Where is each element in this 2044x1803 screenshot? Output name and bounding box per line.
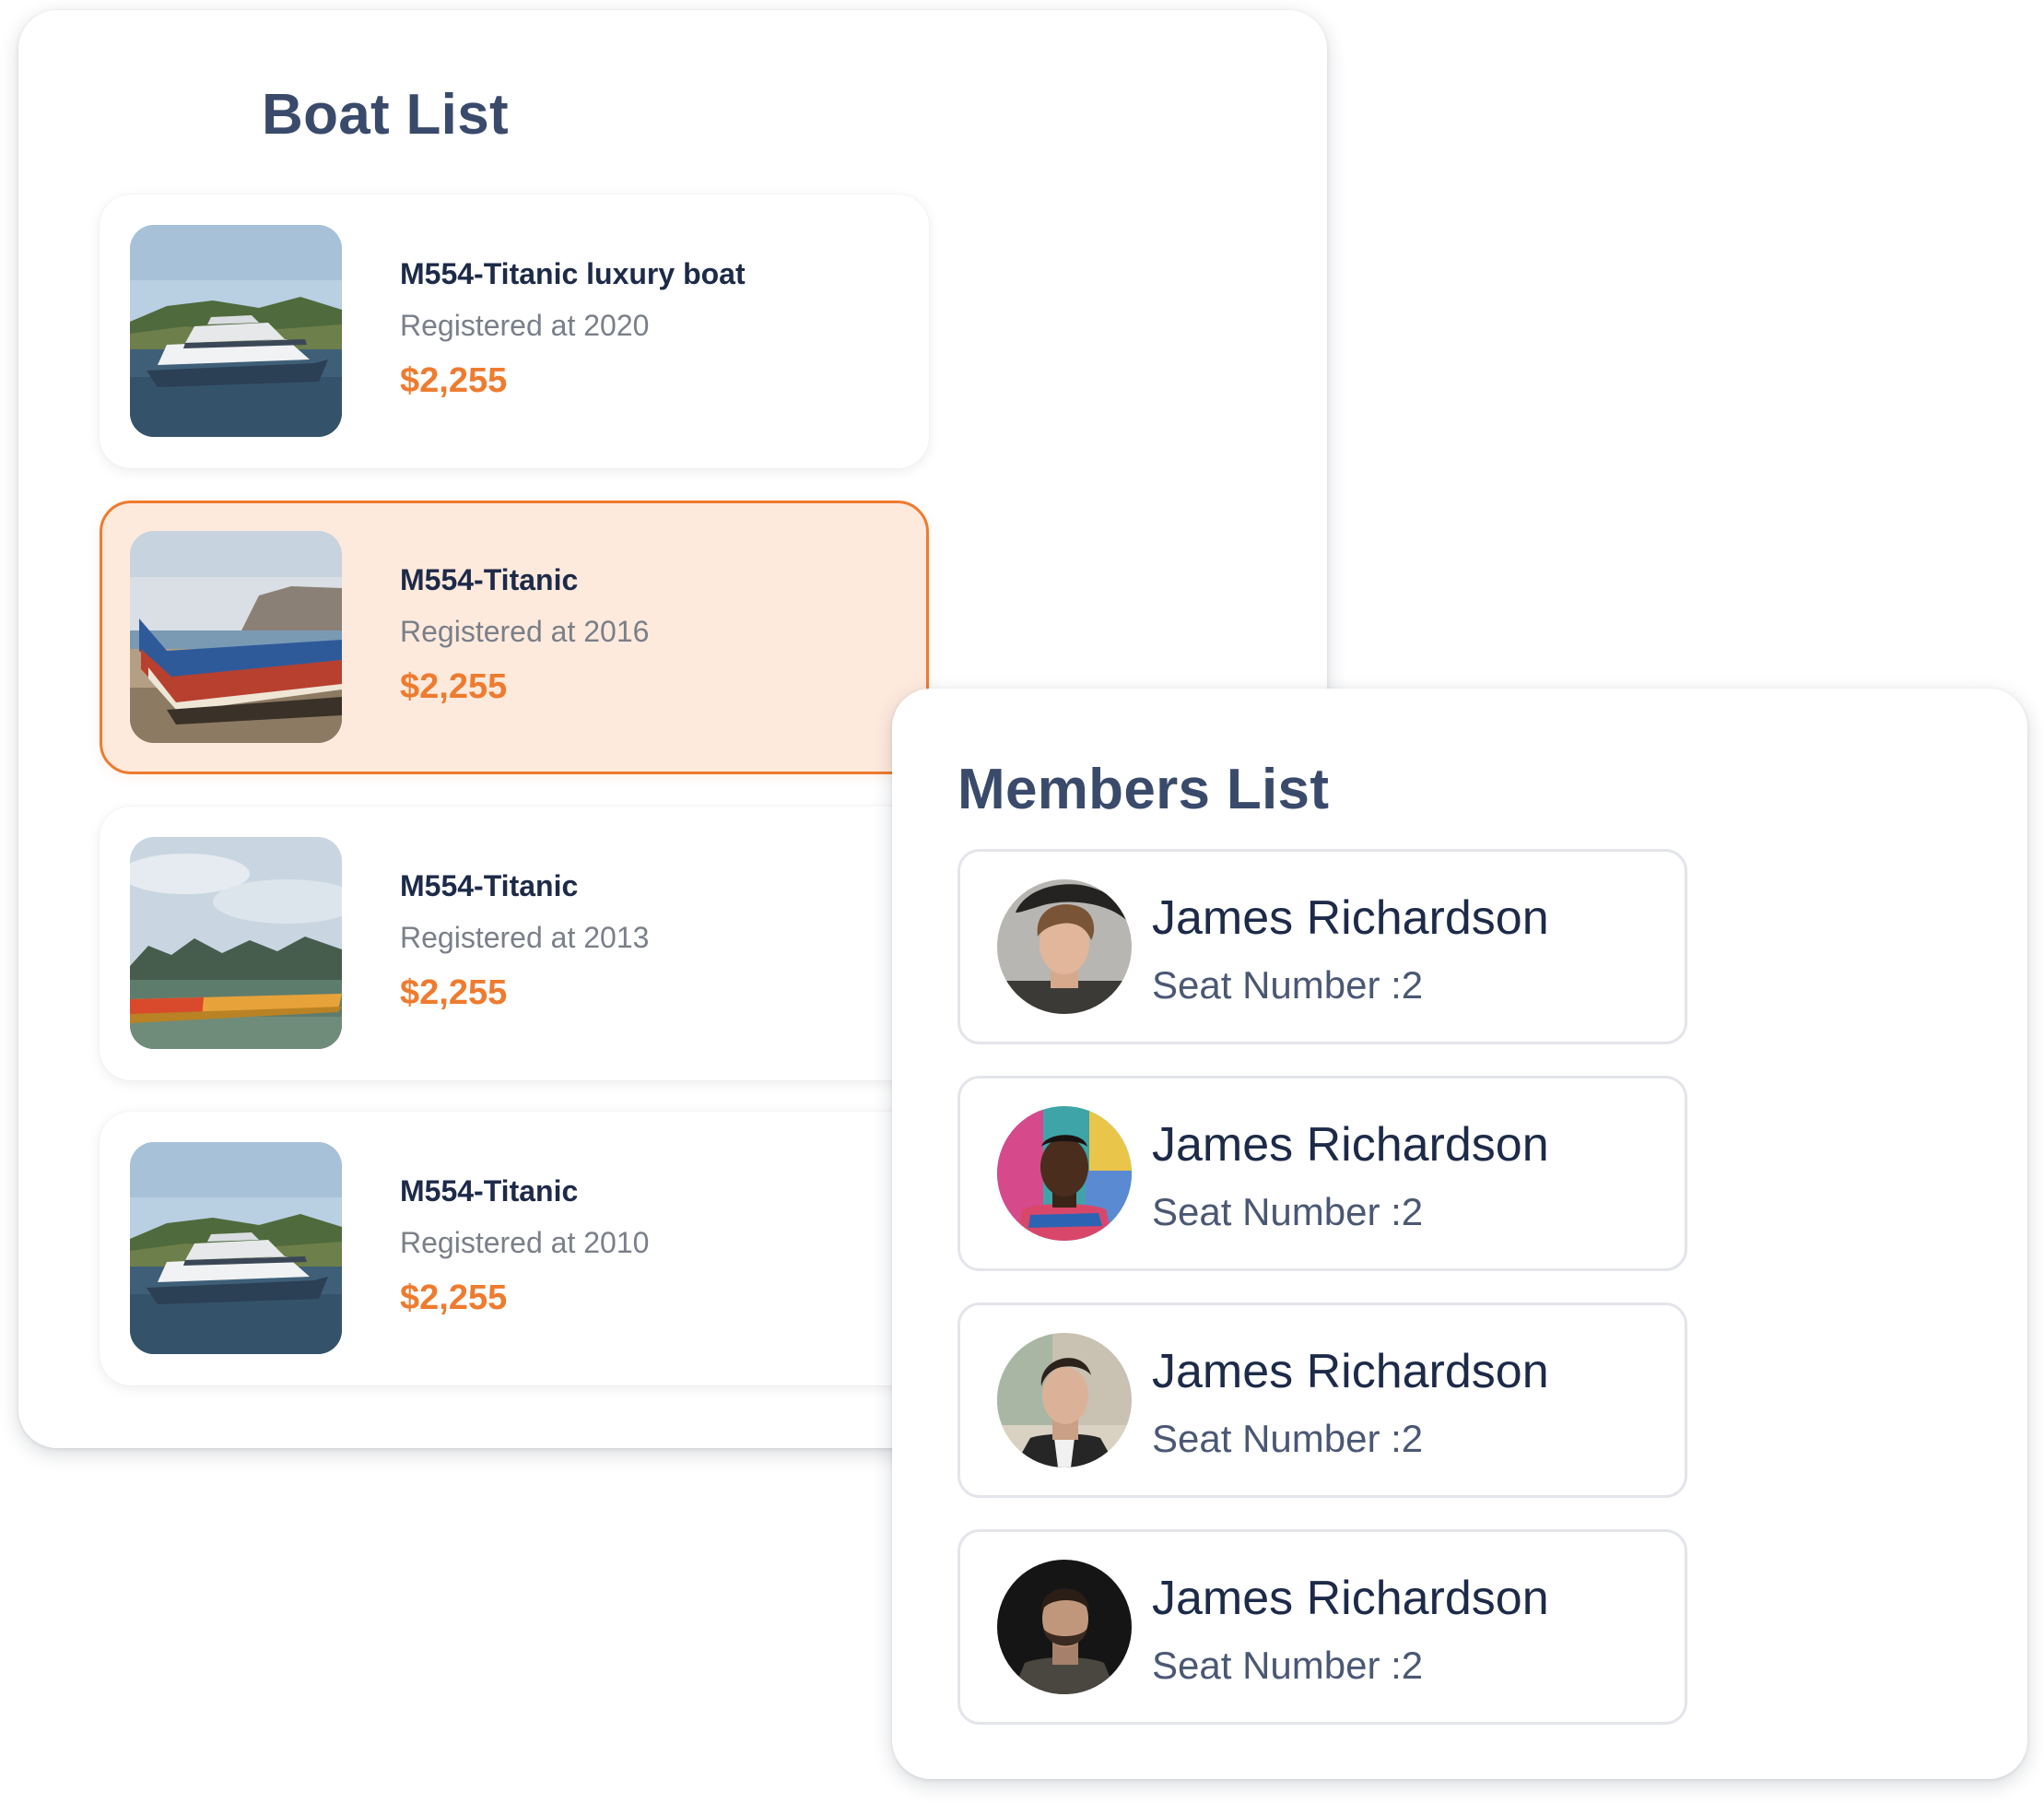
boat-name: M554-Titanic luxury boat — [400, 257, 746, 290]
kayak-on-lake-photo — [130, 837, 342, 1049]
member-seat-number: Seat Number :2 — [1152, 963, 1424, 1007]
curly-hair-man-photo — [997, 879, 1132, 1014]
boat-name: M554-Titanic — [400, 1174, 579, 1208]
member-card[interactable]: James Richardson Seat Number :2 — [957, 1076, 1687, 1271]
member-name: James Richardson — [1152, 1572, 1549, 1625]
boat-registered: Registered at 2010 — [400, 1226, 650, 1259]
member-seat-number: Seat Number :2 — [1152, 1417, 1424, 1460]
member-seat-number: Seat Number :2 — [1152, 1644, 1424, 1687]
member-name: James Richardson — [1152, 891, 1549, 945]
member-card[interactable]: James Richardson Seat Number :2 — [957, 1529, 1687, 1725]
boat-price: $2,255 — [400, 667, 508, 706]
boat-card[interactable]: M554-Titanic Registered at 2013 $2,255 — [100, 807, 929, 1080]
boat-name: M554-Titanic — [400, 563, 579, 596]
members-list-title: Members List — [957, 758, 1330, 821]
luxury-yacht-photo — [130, 1142, 342, 1354]
boat-registered: Registered at 2020 — [400, 309, 650, 342]
boat-price: $2,255 — [400, 1279, 508, 1317]
member-seat-number: Seat Number :2 — [1152, 1190, 1424, 1233]
wooden-fishing-boat-photo — [130, 531, 342, 743]
member-name: James Richardson — [1152, 1118, 1549, 1172]
boat-card[interactable]: M554-Titanic luxury boat Registered at 2… — [100, 194, 929, 468]
boat-list-title: Boat List — [262, 83, 509, 147]
boat-registered: Registered at 2013 — [400, 921, 650, 954]
boat-card-selected[interactable]: M554-Titanic Registered at 2016 $2,255 — [100, 501, 929, 774]
boat-name: M554-Titanic — [400, 869, 579, 902]
boat-card[interactable]: M554-Titanic Registered at 2010 $2,255 — [100, 1112, 929, 1385]
luxury-yacht-photo — [130, 225, 342, 437]
man-styled-hair-photo — [997, 1333, 1132, 1467]
boat-price: $2,255 — [400, 361, 508, 400]
member-card[interactable]: James Richardson Seat Number :2 — [957, 1302, 1687, 1498]
boat-price: $2,255 — [400, 973, 508, 1012]
member-name: James Richardson — [1152, 1345, 1549, 1398]
member-card[interactable]: James Richardson Seat Number :2 — [957, 849, 1687, 1044]
members-list-panel: Members List James Richardson Seat Numbe… — [892, 689, 2027, 1779]
boat-registered: Registered at 2016 — [400, 615, 650, 648]
man-graffiti-wall-photo — [997, 1106, 1132, 1241]
bearded-man-dark-photo — [997, 1560, 1132, 1694]
